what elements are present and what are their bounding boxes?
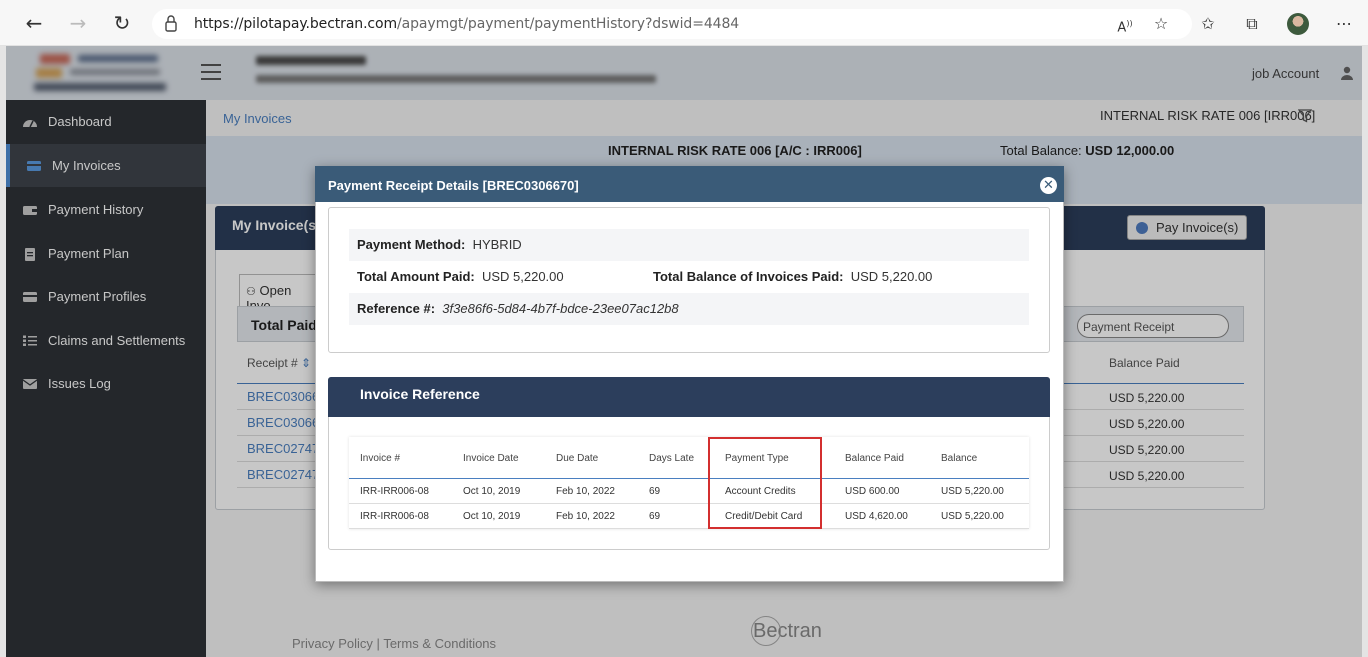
read-aloud-icon[interactable]: A)) [1114, 13, 1136, 35]
invoice-cell: IRR-IRR006-08 [360, 486, 429, 497]
row-divider [349, 503, 1029, 504]
favorites-icon[interactable]: ✩ [1197, 13, 1219, 35]
column-invoice: Invoice # [360, 453, 401, 464]
balance-cell: USD 5,220.00 [941, 511, 1004, 522]
invoice-date-cell: Oct 10, 2019 [463, 511, 521, 522]
row-divider [349, 528, 1029, 529]
days-late-cell: 69 [649, 511, 661, 522]
profile-avatar[interactable] [1287, 13, 1309, 35]
column-due-date: Due Date [556, 453, 599, 464]
invoice-cell: IRR-IRR006-08 [360, 511, 429, 522]
favorite-add-icon[interactable]: ☆ [1150, 13, 1172, 35]
due-date-cell: Feb 10, 2022 [556, 486, 615, 497]
column-balance: Balance [941, 453, 978, 464]
url-text: https://pilotapay.bectran.com/apaymgt/pa… [194, 16, 740, 32]
column-balance-paid: Balance Paid [845, 453, 904, 464]
payment-type-highlight [708, 437, 822, 529]
balance-paid-cell: USD 600.00 [845, 486, 900, 497]
collections-icon[interactable]: ⧉ [1241, 13, 1263, 35]
window-edge-right [1362, 46, 1368, 657]
close-icon[interactable]: ✕ [1040, 177, 1057, 194]
header-divider [349, 478, 1029, 479]
invoice-date-cell: Oct 10, 2019 [463, 486, 521, 497]
lock-icon [165, 15, 177, 32]
balance-paid-cell: USD 4,620.00 [845, 511, 908, 522]
column-days-late: Days Late [649, 453, 695, 464]
invoice-reference-table [349, 437, 1029, 529]
column-invoice-date: Invoice Date [463, 453, 519, 464]
due-date-cell: Feb 10, 2022 [556, 511, 615, 522]
reference-row: Reference #: 3f3e86f6-5d84-4b7f-bdce-23e… [349, 293, 1029, 325]
days-late-cell: 69 [649, 486, 661, 497]
modal-title: Payment Receipt Details [BREC0306670] [328, 178, 579, 193]
back-arrow-icon[interactable]: ← [22, 11, 46, 35]
invoice-reference-title: Invoice Reference [360, 386, 480, 402]
balance-cell: USD 5,220.00 [941, 486, 1004, 497]
total-amount-row: Total Amount Paid: USD 5,220.00 Total Ba… [357, 269, 933, 284]
forward-arrow-icon[interactable]: → [66, 11, 90, 35]
payment-method-row: Payment Method: HYBRID [349, 229, 1029, 261]
more-menu-icon[interactable]: ⋯ [1333, 13, 1355, 35]
refresh-icon[interactable]: ↻ [110, 11, 134, 35]
